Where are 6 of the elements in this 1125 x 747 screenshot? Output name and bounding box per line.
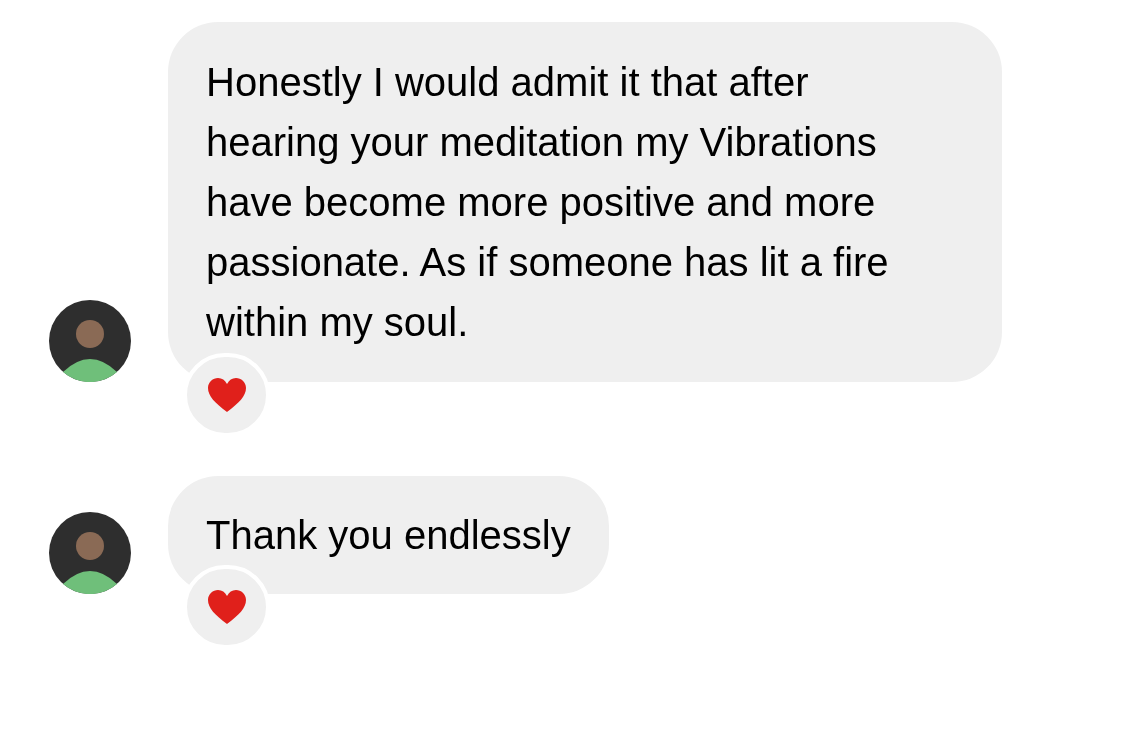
avatar-icon <box>49 300 131 382</box>
heart-icon <box>206 377 247 413</box>
message-bubble: Thank you endlessly <box>168 476 609 594</box>
avatar-icon <box>49 512 131 594</box>
message-bubble: Honestly I would admit it that after hearing your meditation my Vibrations have become more positive and more passionate. As if someone has lit a fire within my soul. <box>168 22 1002 382</box>
heart-icon <box>206 589 247 625</box>
